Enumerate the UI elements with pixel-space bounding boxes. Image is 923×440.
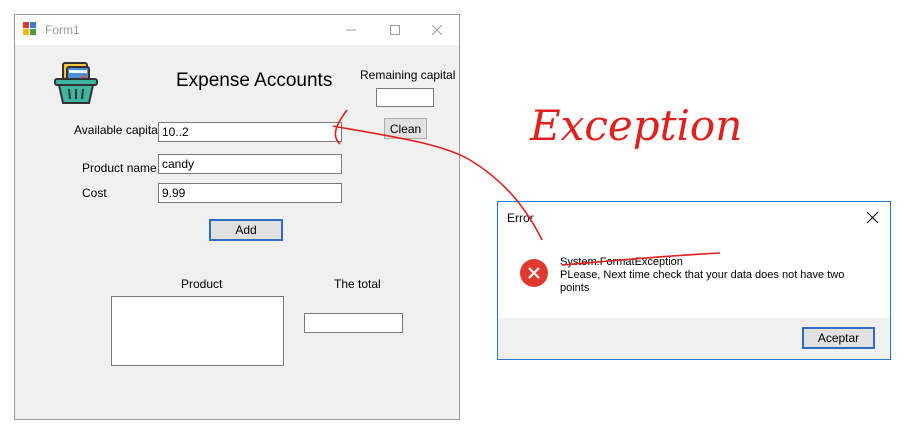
exception-detail: PLease, Next time check that your data d…	[560, 269, 845, 294]
remaining-capital-field[interactable]	[376, 88, 434, 107]
add-button[interactable]: Add	[209, 219, 283, 241]
app-icon	[23, 22, 36, 35]
error-icon	[520, 259, 548, 287]
close-button[interactable]	[415, 15, 459, 45]
error-close-button[interactable]	[860, 206, 884, 228]
maximize-button[interactable]	[373, 15, 417, 45]
product-label: Product	[181, 277, 223, 291]
basket-icon	[54, 62, 98, 104]
close-icon	[866, 211, 878, 223]
error-dialog: Error System.FormatException PLease, Nex…	[497, 201, 891, 360]
product-name-field[interactable]	[158, 154, 342, 174]
ok-button[interactable]: Aceptar	[802, 327, 875, 349]
window-title: Form1	[45, 23, 80, 37]
page-title: Expense Accounts	[176, 70, 333, 91]
error-message: System.FormatException PLease, Next time…	[560, 256, 870, 295]
available-capital-field[interactable]	[158, 122, 342, 142]
annotation-text: Exception	[529, 101, 742, 150]
dialog-footer: Aceptar	[498, 318, 890, 359]
exception-name: System.FormatException	[560, 256, 683, 268]
error-dialog-title: Error	[507, 211, 534, 225]
minimize-button[interactable]	[329, 15, 373, 45]
product-listbox[interactable]	[111, 296, 284, 366]
cost-label: Cost	[82, 186, 107, 200]
title-bar[interactable]: Form1	[15, 15, 459, 45]
form1-window: Form1 Expense Accounts Remaining capital…	[14, 14, 460, 420]
maximize-icon	[390, 25, 400, 35]
cost-field[interactable]	[158, 183, 342, 203]
total-field[interactable]	[304, 313, 403, 333]
remaining-capital-label: Remaining capital	[360, 68, 456, 82]
clean-button[interactable]: Clean	[384, 118, 427, 139]
product-name-label: Product name	[82, 161, 157, 175]
total-label: The total	[334, 277, 381, 291]
minimize-icon	[346, 29, 356, 31]
available-capital-label: Available capital	[74, 123, 161, 137]
close-icon	[432, 25, 442, 35]
